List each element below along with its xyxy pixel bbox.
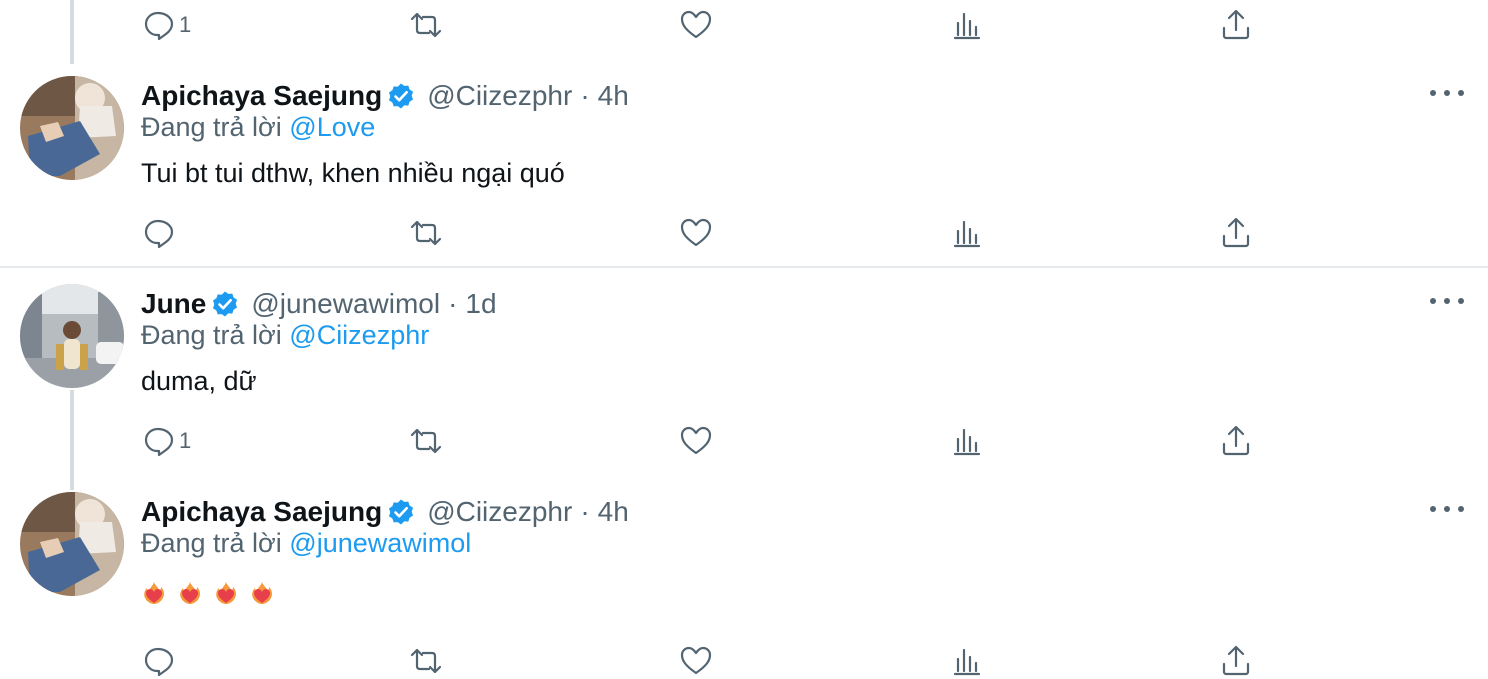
heart-on-fire-icon: [144, 582, 165, 604]
views-icon: [953, 648, 981, 676]
like-icon: [680, 646, 712, 675]
reply-icon: [144, 647, 174, 677]
heart-on-fire-icon: [216, 582, 237, 604]
tweet-header: June @junewawimol · 1d: [141, 286, 497, 322]
timestamp[interactable]: 1d: [465, 288, 496, 320]
replying-prefix: Đang trả lời: [141, 528, 282, 558]
verified-badge-icon: [389, 83, 414, 109]
retweet-icon: [410, 12, 442, 38]
retweet-icon: [410, 428, 442, 454]
mention-link[interactable]: @Ciizezphr: [289, 320, 429, 350]
tweet-emojis: [141, 580, 275, 606]
tweet-header: Apichaya Saejung @Ciizezphr · 4h: [141, 494, 629, 530]
views-button[interactable]: [949, 7, 983, 43]
tweet-actions: 1: [141, 423, 1261, 459]
author-name[interactable]: Apichaya Saejung: [141, 496, 382, 528]
replying-to: Đang trả lời @Love: [141, 112, 375, 143]
author-name[interactable]: Apichaya Saejung: [141, 80, 382, 112]
thread-line: [70, 0, 74, 64]
reply-button[interactable]: 1: [141, 423, 191, 459]
views-button[interactable]: [949, 423, 983, 459]
reply-icon: [144, 427, 174, 457]
reply-count: 1: [179, 428, 192, 453]
timestamp[interactable]: 4h: [598, 80, 629, 112]
share-icon: [1222, 645, 1250, 676]
share-button[interactable]: [1219, 423, 1253, 459]
views-button[interactable]: [949, 215, 983, 251]
separator-dot: ·: [580, 80, 590, 111]
separator-dot: ·: [448, 288, 458, 319]
thread-line: [70, 390, 74, 490]
tweet-actions: [141, 215, 1261, 251]
author-handle[interactable]: @junewawimol: [251, 288, 440, 320]
like-icon: [680, 10, 712, 39]
mention-link[interactable]: @Love: [289, 112, 375, 142]
separator-dot: ·: [580, 496, 590, 527]
author-handle[interactable]: @Ciizezphr: [427, 496, 572, 528]
like-button[interactable]: [679, 423, 713, 459]
author-name[interactable]: June: [141, 288, 206, 320]
more-icon[interactable]: [1430, 286, 1464, 316]
share-button[interactable]: [1219, 7, 1253, 43]
retweet-button[interactable]: [409, 423, 443, 459]
verified-badge-icon: [213, 291, 238, 317]
tweet-header: Apichaya Saejung @Ciizezphr · 4h: [141, 78, 629, 114]
tweet-divider: [0, 266, 1488, 268]
tweet-text: Tui bt tui dthw, khen nhiều ngại quó: [141, 158, 565, 188]
retweet-button[interactable]: [409, 215, 443, 251]
share-icon: [1222, 425, 1250, 456]
mention-link[interactable]: @junewawimol: [289, 528, 471, 558]
reply-icon: [144, 11, 174, 41]
more-icon[interactable]: [1430, 494, 1464, 524]
like-button[interactable]: [679, 7, 713, 43]
heart-on-fire-icon: [252, 582, 273, 604]
avatar[interactable]: [20, 76, 124, 180]
replying-to: Đang trả lời @Ciizezphr: [141, 320, 429, 351]
verified-badge-icon: [389, 499, 414, 525]
tweet-actions: 1: [141, 7, 1261, 43]
reply-button[interactable]: [141, 215, 179, 251]
tweet-text: duma, dữ: [141, 366, 257, 396]
like-button[interactable]: [679, 215, 713, 251]
timestamp[interactable]: 4h: [598, 496, 629, 528]
views-icon: [953, 12, 981, 40]
avatar[interactable]: [20, 492, 124, 596]
views-icon: [953, 220, 981, 248]
more-icon[interactable]: [1430, 78, 1464, 108]
retweet-icon: [410, 648, 442, 674]
share-button[interactable]: [1219, 215, 1253, 251]
share-icon: [1222, 9, 1250, 40]
reply-count: 1: [179, 12, 192, 37]
reply-button[interactable]: 1: [141, 7, 191, 43]
views-icon: [953, 428, 981, 456]
reply-icon: [144, 219, 174, 249]
replying-prefix: Đang trả lời: [141, 112, 282, 142]
avatar[interactable]: [20, 284, 124, 388]
replying-prefix: Đang trả lời: [141, 320, 282, 350]
like-icon: [680, 218, 712, 247]
retweet-icon: [410, 220, 442, 246]
like-icon: [680, 426, 712, 455]
author-handle[interactable]: @Ciizezphr: [427, 80, 572, 112]
heart-on-fire-icon: [180, 582, 201, 604]
replying-to: Đang trả lời @junewawimol: [141, 528, 471, 559]
share-icon: [1222, 217, 1250, 248]
retweet-button[interactable]: [409, 7, 443, 43]
